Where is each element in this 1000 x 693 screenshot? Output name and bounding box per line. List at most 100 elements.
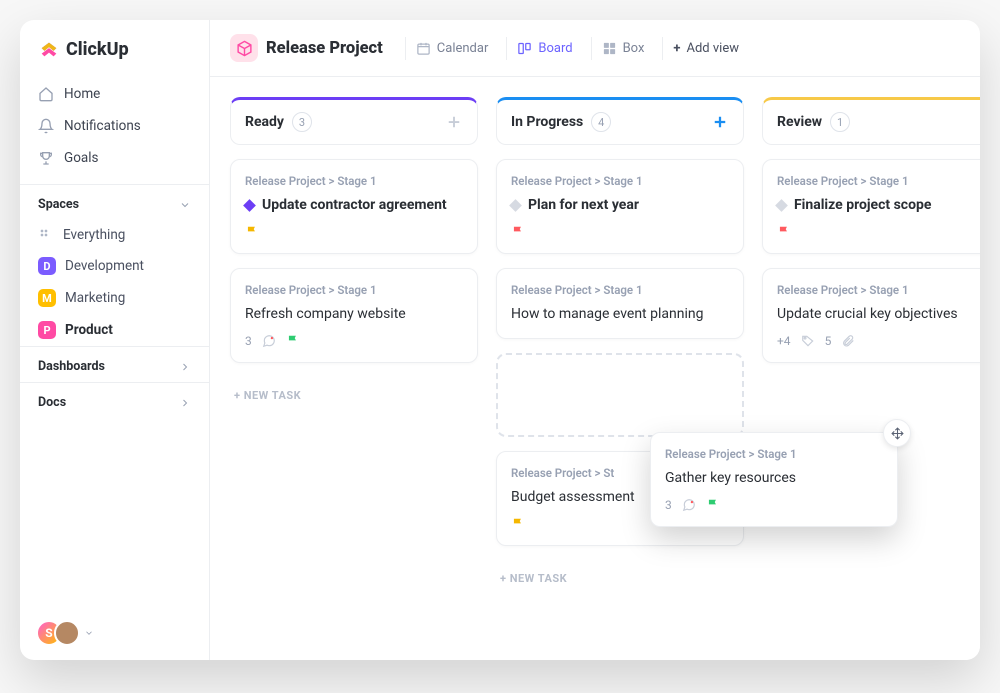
nav-home[interactable]: Home <box>20 78 209 110</box>
paperclip-icon <box>841 334 855 348</box>
avatar[interactable] <box>54 620 80 646</box>
flag-icon <box>286 334 300 348</box>
main-area: Release Project Calendar Board Box + Add… <box>210 20 980 660</box>
add-view-button[interactable]: + Add view <box>662 37 749 60</box>
column-count: 1 <box>830 112 850 132</box>
task-title: Update contractor agreement <box>262 196 447 215</box>
task-card[interactable]: Release Project > Stage 1 Update crucial… <box>762 268 980 363</box>
dragging-task-card[interactable]: Release Project > Stage 1 Gather key res… <box>650 432 898 527</box>
task-title: Update crucial key objectives <box>777 305 980 324</box>
breadcrumb: Release Project > Stage 1 <box>511 174 729 188</box>
primary-nav: Home Notifications Goals <box>20 74 209 184</box>
bell-icon <box>38 118 54 134</box>
grid-icon <box>38 227 54 243</box>
tab-label: Calendar <box>437 41 489 56</box>
space-marketing[interactable]: M Marketing <box>20 282 209 314</box>
task-title: Refresh company website <box>245 305 463 324</box>
sidebar-footer[interactable]: S <box>20 606 209 660</box>
card-list: Release Project > Stage 1 Plan for next … <box>496 159 744 597</box>
space-everything-label: Everything <box>63 227 125 243</box>
comment-count: 3 <box>665 498 672 512</box>
column-count: 3 <box>292 112 312 132</box>
column-in-progress: In Progress 4 Release Project > Stage 1 … <box>496 97 744 640</box>
breadcrumb: Release Project > Stage 1 <box>245 174 463 188</box>
column-header[interactable]: Ready 3 <box>230 97 478 145</box>
comment-icon <box>262 334 276 348</box>
tab-label: Board <box>538 41 572 56</box>
tab-calendar[interactable]: Calendar <box>405 37 499 60</box>
dashboards-label: Dashboards <box>38 359 105 374</box>
nav-notifications[interactable]: Notifications <box>20 110 209 142</box>
tag-icon <box>801 334 815 348</box>
comment-count: 3 <box>245 334 252 348</box>
card-list: Release Project > Stage 1 Update contrac… <box>230 159 478 414</box>
column-title: In Progress <box>511 114 583 130</box>
docs-label: Docs <box>38 395 66 410</box>
breadcrumb: Release Project > Stage 1 <box>511 283 729 297</box>
flag-icon <box>511 225 525 239</box>
add-view-label: Add view <box>687 41 740 56</box>
space-label: Development <box>65 258 144 274</box>
dashboards-header[interactable]: Dashboards <box>20 346 209 382</box>
plus-icon[interactable] <box>445 113 463 131</box>
box-icon <box>602 41 617 56</box>
project-icon <box>230 34 258 62</box>
space-badge: P <box>38 321 56 339</box>
task-title: Plan for next year <box>528 196 639 215</box>
space-badge: D <box>38 257 56 275</box>
sidebar: ClickUp Home Notifications Goals Spaces … <box>20 20 210 660</box>
cube-icon <box>236 40 253 57</box>
task-card[interactable]: Release Project > Stage 1 Plan for next … <box>496 159 744 254</box>
plus-icon: + <box>673 41 680 56</box>
chevron-right-icon <box>179 361 191 373</box>
breadcrumb: Release Project > Stage 1 <box>245 283 463 297</box>
task-card[interactable]: Release Project > Stage 1 Refresh compan… <box>230 268 478 363</box>
move-icon[interactable] <box>883 419 911 447</box>
column-header[interactable]: Review 1 <box>762 97 980 145</box>
new-task-button[interactable]: + NEW TASK <box>230 377 478 414</box>
tab-board[interactable]: Board <box>506 37 582 60</box>
task-title: Finalize project scope <box>794 196 931 215</box>
tab-box[interactable]: Box <box>591 37 655 60</box>
comment-icon <box>682 498 696 512</box>
space-development[interactable]: D Development <box>20 250 209 282</box>
priority-diamond-icon <box>509 199 522 212</box>
column-title: Review <box>777 114 822 130</box>
task-title: Gather key resources <box>665 469 883 488</box>
brand-name: ClickUp <box>66 39 129 60</box>
new-task-button[interactable]: + NEW TASK <box>496 560 744 597</box>
spaces-header[interactable]: Spaces <box>20 184 209 220</box>
column-review: Review 1 Release Project > Stage 1 Final… <box>762 97 980 640</box>
board-icon <box>517 41 532 56</box>
nav-goals[interactable]: Goals <box>20 142 209 174</box>
project-title: Release Project <box>266 39 383 58</box>
column-header[interactable]: In Progress 4 <box>496 97 744 145</box>
space-everything[interactable]: Everything <box>20 220 209 250</box>
column-ready: Ready 3 Release Project > Stage 1 Update… <box>230 97 478 640</box>
task-card[interactable]: Release Project > Stage 1 Finalize proje… <box>762 159 980 254</box>
breadcrumb: Release Project > Stage 1 <box>777 283 980 297</box>
attachment-count: 5 <box>825 334 832 348</box>
spaces-header-label: Spaces <box>38 197 79 212</box>
chevron-down-icon <box>179 199 191 211</box>
calendar-icon <box>416 41 431 56</box>
tab-label: Box <box>623 41 645 56</box>
flag-icon <box>706 498 720 512</box>
column-count: 4 <box>591 112 611 132</box>
home-icon <box>38 86 54 102</box>
space-label: Product <box>65 322 113 338</box>
flag-icon <box>777 225 791 239</box>
topbar: Release Project Calendar Board Box + Add… <box>210 20 980 77</box>
nav-notifications-label: Notifications <box>64 118 141 134</box>
column-title: Ready <box>245 114 284 130</box>
logo[interactable]: ClickUp <box>20 20 209 74</box>
task-card[interactable]: Release Project > Stage 1 How to manage … <box>496 268 744 339</box>
space-product[interactable]: P Product <box>20 314 209 346</box>
nav-goals-label: Goals <box>64 150 99 166</box>
docs-header[interactable]: Docs <box>20 382 209 418</box>
plus-icon[interactable] <box>711 113 729 131</box>
priority-diamond-icon <box>243 199 256 212</box>
flag-icon <box>245 225 259 239</box>
task-card[interactable]: Release Project > Stage 1 Update contrac… <box>230 159 478 254</box>
task-title: How to manage event planning <box>511 305 729 324</box>
